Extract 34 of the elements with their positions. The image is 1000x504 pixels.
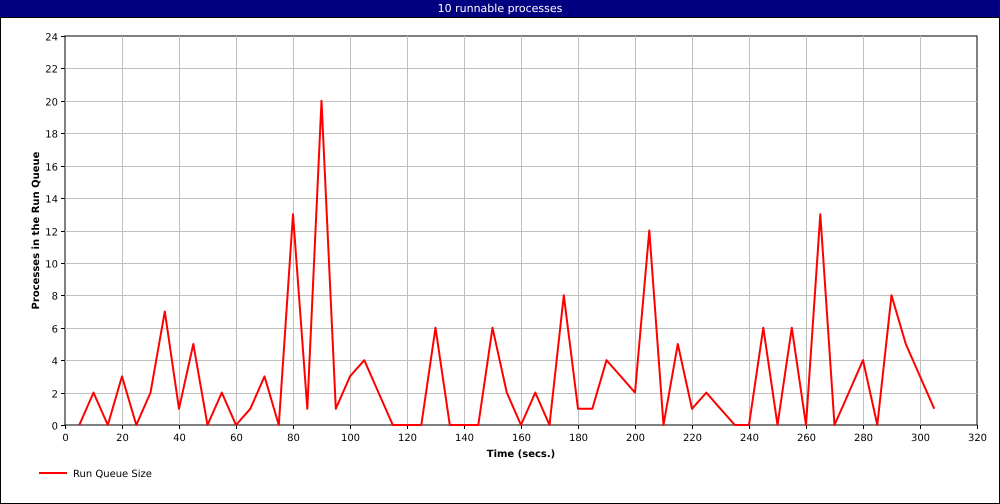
x-tick-label: 100 [340, 433, 360, 444]
window-title: 10 runnable processes [438, 3, 562, 14]
y-tick-label: 14 [45, 194, 58, 206]
x-tick-label: 120 [398, 433, 418, 444]
y-tick-label: 6 [52, 324, 58, 336]
x-tick-label: 220 [682, 433, 702, 444]
y-tick-label: 22 [45, 64, 58, 76]
y-tick-label: 16 [45, 162, 58, 174]
x-tick-label: 60 [230, 433, 243, 444]
x-axis-title: Time (secs.) [486, 449, 556, 460]
x-tick-label: 180 [568, 433, 588, 444]
legend-label: Run Queue Size [73, 469, 152, 480]
x-tick-label: 280 [854, 433, 874, 444]
y-tick-label: 18 [45, 130, 58, 140]
x-tick-label: 40 [173, 433, 186, 444]
y-tick-label: 2 [52, 390, 58, 400]
x-tick-label: 320 [968, 433, 988, 444]
y-axis-title: Processes in the Run Queue [31, 152, 42, 310]
y-tick-label: 4 [52, 356, 58, 368]
x-tick-label: 260 [796, 433, 816, 444]
y-tick-label: 24 [45, 32, 58, 44]
x-tick-label: 0 [62, 433, 69, 444]
x-tick-label: 200 [626, 433, 646, 444]
y-tick-label: 0 [52, 422, 58, 432]
y-tick-label: 20 [45, 98, 58, 108]
x-tick-label: 20 [116, 433, 129, 444]
x-tick-label: 160 [512, 433, 532, 444]
y-tick-label: 10 [45, 260, 58, 270]
y-tick-label: 12 [45, 228, 58, 238]
x-tick-label: 140 [454, 433, 474, 444]
x-tick-label: 240 [740, 433, 760, 444]
x-tick-label: 300 [910, 433, 930, 444]
y-tick-label: 8 [52, 292, 58, 302]
x-tick-label: 80 [287, 433, 300, 444]
